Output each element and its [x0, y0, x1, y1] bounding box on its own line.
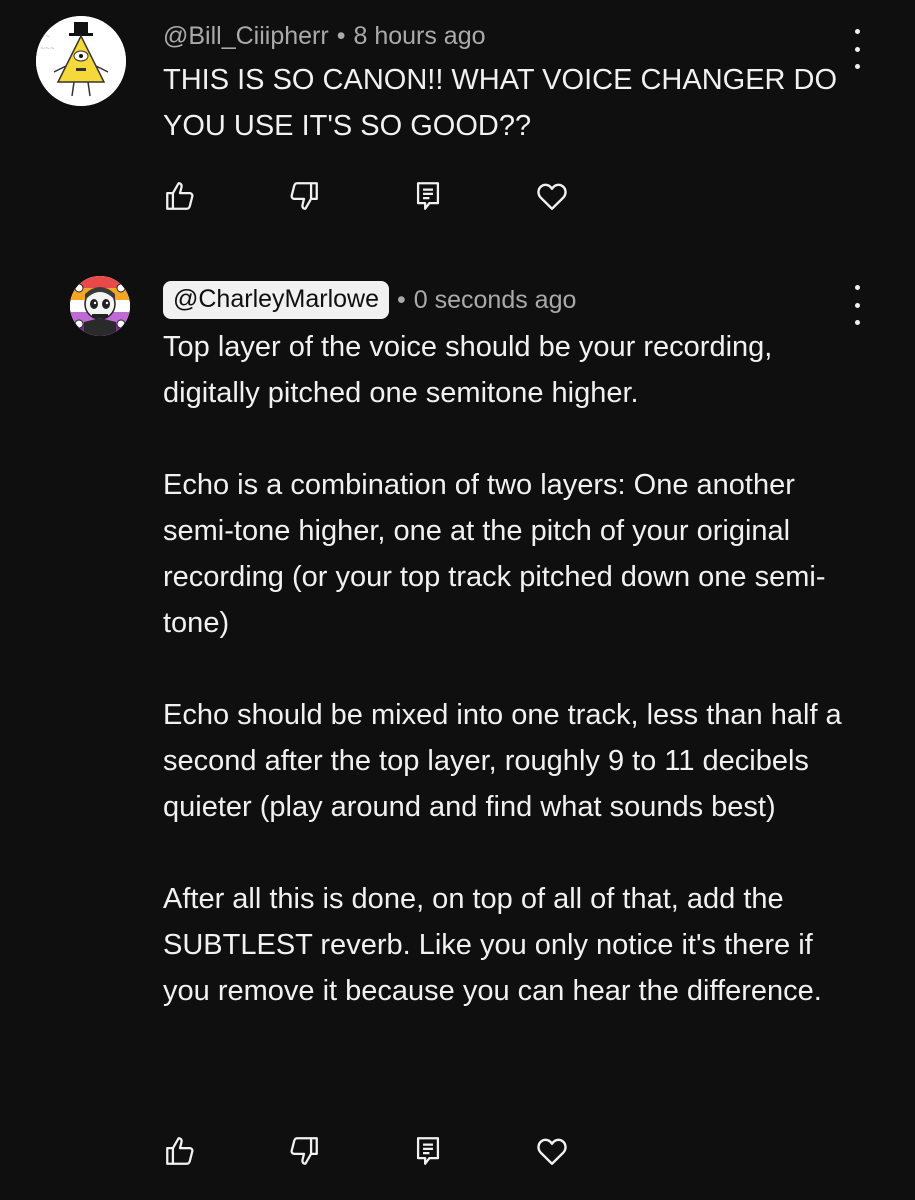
dislike-button[interactable] [284, 1131, 324, 1171]
bill-cipher-drawing-avatar: ~~ ~~~ [36, 16, 126, 106]
commenter-avatar[interactable] [70, 276, 130, 336]
reply-button[interactable] [408, 176, 448, 216]
comment-actions [160, 176, 572, 216]
comment-author-chip[interactable]: @CharleyMarlowe [163, 281, 389, 319]
reply-icon [416, 1137, 440, 1165]
heart-button[interactable] [532, 176, 572, 216]
reply-button[interactable] [408, 1131, 448, 1171]
comment-paragraph: Top layer of the voice should be your re… [163, 331, 773, 409]
svg-text:~~~: ~~~ [40, 45, 55, 52]
comment-meta: @CharleyMarlowe • 0 seconds ago [163, 280, 576, 320]
more-options-icon[interactable] [842, 285, 872, 325]
comment-paragraph: Echo is a combination of two layers: One… [163, 469, 826, 639]
comment-text: THIS IS SO CANON!! WHAT VOICE CHANGER DO… [163, 57, 863, 149]
skull-character-avatar [70, 276, 130, 336]
comment-author[interactable]: @Bill_Ciiipherr [163, 22, 329, 51]
comment-paragraph: THIS IS SO CANON!! WHAT VOICE CHANGER DO… [163, 64, 838, 142]
thumbs-down-icon [290, 182, 318, 210]
heart-icon [537, 1138, 567, 1165]
commenter-avatar[interactable]: ~~ ~~~ [36, 16, 126, 106]
thumbs-up-icon [166, 182, 194, 210]
comment-timestamp[interactable]: 0 seconds ago [414, 286, 577, 315]
like-button[interactable] [160, 1131, 200, 1171]
meta-separator: • [336, 21, 346, 50]
reply-icon [416, 182, 440, 210]
svg-text:~~: ~~ [40, 33, 50, 40]
thumbs-down-icon [290, 1137, 318, 1165]
comment-text: Top layer of the voice should be your re… [163, 324, 863, 1014]
comment-actions [160, 1131, 572, 1171]
comment-meta: @Bill_Ciiipherr • 8 hours ago [163, 18, 486, 54]
heart-icon [537, 183, 567, 210]
comment-paragraph: After all this is done, on top of all of… [163, 883, 822, 1007]
thumbs-up-icon [166, 1137, 194, 1165]
heart-button[interactable] [532, 1131, 572, 1171]
dislike-button[interactable] [284, 176, 324, 216]
like-button[interactable] [160, 176, 200, 216]
comment-paragraph: Echo should be mixed into one track, les… [163, 699, 842, 823]
meta-separator: • [397, 285, 406, 314]
comment-timestamp[interactable]: 8 hours ago [353, 22, 485, 51]
